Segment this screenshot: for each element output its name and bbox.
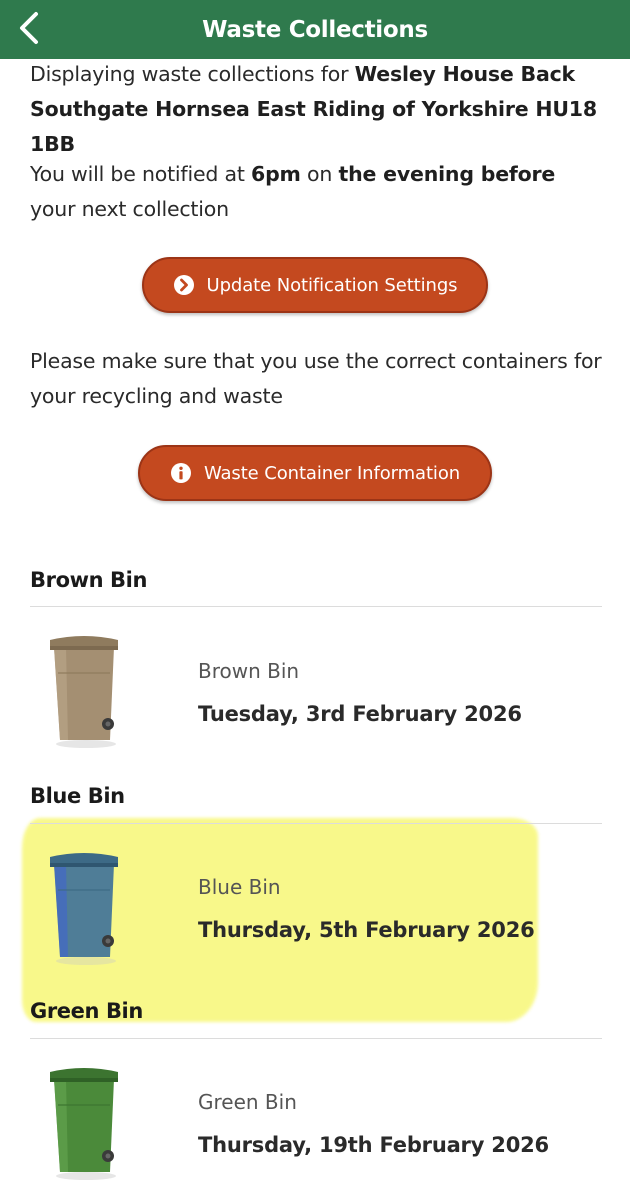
section-title-brown-bin: Brown Bin (30, 568, 148, 592)
notification-when: the evening before (338, 162, 556, 186)
bin-name-brown: Brown Bin (198, 659, 300, 683)
bin-date-brown: Tuesday, 3rd February 2026 (198, 702, 522, 726)
waste-container-information-button[interactable]: Waste Container Information (138, 445, 492, 501)
divider (30, 1038, 602, 1039)
section-title-green-bin: Green Bin (30, 999, 143, 1023)
divider (30, 823, 602, 824)
chevron-left-icon (20, 12, 38, 44)
notification-text-part: on (300, 162, 339, 186)
app-header: Waste Collections (0, 0, 630, 59)
brown-wheelie-bin-icon (50, 636, 118, 748)
page-title: Waste Collections (202, 16, 428, 43)
update-notification-settings-button[interactable]: Update Notification Settings (142, 257, 488, 313)
divider (30, 606, 602, 607)
update-notification-settings-label: Update Notification Settings (206, 274, 458, 296)
notification-text-part: your next collection (30, 197, 229, 221)
notification-time: 6pm (251, 162, 301, 186)
containers-paragraph: Please make sure that you use the correc… (30, 349, 602, 408)
waste-container-information-label: Waste Container Information (203, 462, 461, 484)
address-prefix: Displaying waste collections for (30, 62, 355, 86)
notification-text-part: You will be notified at (30, 162, 252, 186)
back-button[interactable] (12, 8, 46, 48)
info-circle-icon (170, 463, 191, 483)
green-wheelie-bin-icon (50, 1068, 118, 1180)
address-paragraph: Displaying waste collections for Wesley … (30, 57, 602, 162)
bin-date-blue: Thursday, 5th February 2026 (198, 918, 535, 942)
bin-name-green: Green Bin (198, 1090, 297, 1114)
section-title-blue-bin: Blue Bin (30, 784, 125, 808)
bin-name-blue: Blue Bin (198, 875, 281, 899)
blue-wheelie-bin-icon (50, 853, 118, 965)
bin-date-green: Thursday, 19th February 2026 (198, 1133, 549, 1157)
notification-paragraph: You will be notified at 6pm on the eveni… (30, 157, 602, 227)
chevron-right-circle-icon (173, 275, 194, 295)
